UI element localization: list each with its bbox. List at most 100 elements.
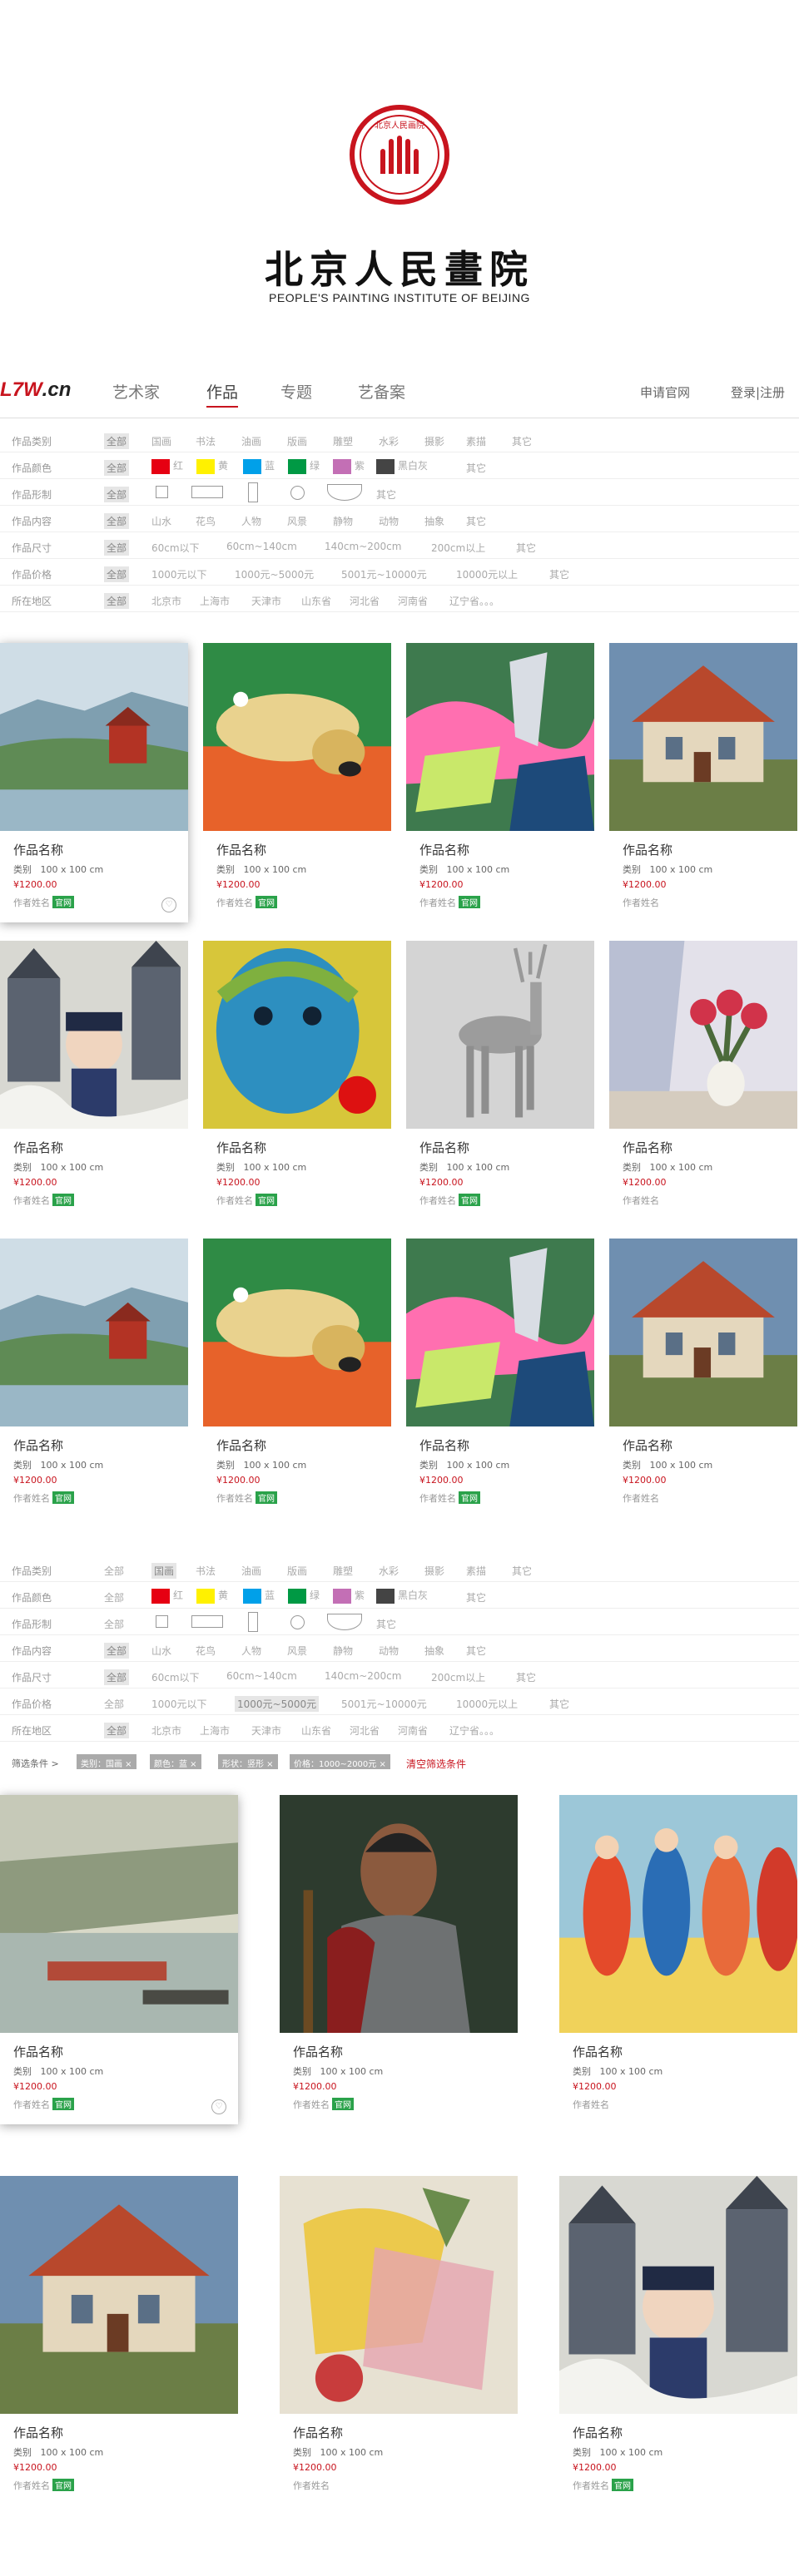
color-swatch-option[interactable]: 红 <box>151 458 183 474</box>
filter-option-type[interactable]: 水彩 <box>379 434 399 448</box>
filter-option-price[interactable]: 10000元以上 <box>456 567 518 581</box>
filter-option-type[interactable]: 水彩 <box>379 1564 399 1578</box>
filter-option-content[interactable]: 静物 <box>333 514 353 528</box>
filter-option-size[interactable]: 其它 <box>516 1670 536 1684</box>
filter-chip-price[interactable]: 价格：1000~2000元 × <box>290 1754 390 1769</box>
official-site-badge[interactable]: 官网 <box>52 1194 74 1206</box>
artwork-image[interactable] <box>280 1795 518 2033</box>
artwork-image[interactable] <box>280 2176 518 2414</box>
round-shape-icon[interactable] <box>290 486 305 500</box>
favorite-icon[interactable]: ♡ <box>161 897 176 912</box>
artwork-author[interactable]: 作者姓名 官网 <box>13 2479 74 2492</box>
artwork-card[interactable]: 作品名称 类别 100 x 100 cm ¥1200.00 作者姓名 <box>609 643 797 922</box>
filter-option-price[interactable]: 1000元~5000元 <box>235 1696 320 1712</box>
filter-option-price[interactable]: 1000元以下 <box>151 567 207 581</box>
horizontal-shape-icon[interactable] <box>191 486 223 498</box>
filter-option-region[interactable]: 天津市 <box>251 594 281 608</box>
filter-option-type[interactable]: 其它 <box>512 434 532 448</box>
artwork-author[interactable]: 作者姓名 <box>623 896 659 909</box>
tab-archive[interactable]: 艺备案 <box>358 380 405 403</box>
artwork-title[interactable]: 作品名称 <box>419 841 469 858</box>
filter-option-color-all[interactable]: 全部 <box>104 1590 124 1604</box>
filter-option-region[interactable]: 河北省 <box>350 594 380 608</box>
filter-option-content[interactable]: 全部 <box>104 513 130 529</box>
filter-option-type[interactable]: 雕塑 <box>333 1564 353 1578</box>
filter-option-size[interactable]: 200cm以上 <box>431 541 485 555</box>
filter-option-content[interactable]: 花鸟 <box>196 514 216 528</box>
artwork-title[interactable]: 作品名称 <box>573 2043 623 2060</box>
filter-option-type[interactable]: 素描 <box>466 434 486 448</box>
artwork-card[interactable]: 作品名称 类别 100 x 100 cm ¥1200.00 作者姓名 <box>559 1795 797 2124</box>
filter-option-shape-all[interactable]: 全部 <box>104 1617 124 1631</box>
artwork-title[interactable]: 作品名称 <box>623 1139 672 1156</box>
filter-option-region[interactable]: 北京市 <box>151 594 181 608</box>
filter-option-price[interactable]: 1000元~5000元 <box>235 567 314 581</box>
artwork-image[interactable] <box>609 643 797 831</box>
filter-option-region[interactable]: 山东省 <box>301 594 331 608</box>
official-site-badge[interactable]: 官网 <box>52 1491 74 1504</box>
filter-option-type[interactable]: 全部 <box>104 433 130 449</box>
filter-option-shape-all[interactable]: 全部 <box>104 487 130 502</box>
filter-option-size[interactable]: 60cm~140cm <box>226 541 297 552</box>
artwork-title[interactable]: 作品名称 <box>13 841 63 858</box>
artwork-card[interactable]: 作品名称 类别 100 x 100 cm ¥1200.00 作者姓名 官网 <box>406 941 594 1220</box>
filter-option-price[interactable]: 全部 <box>104 566 130 582</box>
filter-option-type[interactable]: 版画 <box>287 434 307 448</box>
color-swatch-option[interactable]: 蓝 <box>243 1588 275 1604</box>
artwork-author[interactable]: 作者姓名 官网 <box>419 896 480 909</box>
color-swatch-option[interactable]: 绿 <box>288 1588 320 1604</box>
filter-option-color-all[interactable]: 全部 <box>104 460 130 476</box>
filter-option-content[interactable]: 动物 <box>379 514 399 528</box>
filter-option-size[interactable]: 全部 <box>104 540 130 556</box>
filter-option-size[interactable]: 全部 <box>104 1669 130 1685</box>
color-swatch-option[interactable]: 蓝 <box>243 458 275 474</box>
artwork-card[interactable]: 作品名称 类别 100 x 100 cm ¥1200.00 作者姓名 官网 <box>0 941 188 1220</box>
filter-option-region[interactable]: 河南省 <box>398 594 428 608</box>
filter-option-content[interactable]: 静物 <box>333 1644 353 1658</box>
filter-option-type[interactable]: 书法 <box>196 1564 216 1578</box>
filter-option-region[interactable]: 上海市 <box>200 594 230 608</box>
filter-option-type[interactable]: 摄影 <box>424 434 444 448</box>
artwork-title[interactable]: 作品名称 <box>419 1436 469 1454</box>
color-swatch-option[interactable]: 绿 <box>288 458 320 474</box>
filter-option-content[interactable]: 人物 <box>241 1644 261 1658</box>
artwork-title[interactable]: 作品名称 <box>13 1139 63 1156</box>
artwork-title[interactable]: 作品名称 <box>293 2043 343 2060</box>
artwork-card[interactable]: 作品名称 类别 100 x 100 cm ¥1200.00 作者姓名 <box>609 941 797 1220</box>
site-logo[interactable]: L7W.cn <box>0 378 71 402</box>
filter-option-region[interactable]: 北京市 <box>151 1723 181 1738</box>
artwork-image[interactable] <box>406 1239 594 1426</box>
artwork-author[interactable]: 作者姓名 官网 <box>293 2098 354 2111</box>
filter-option-type[interactable]: 书法 <box>196 434 216 448</box>
filter-option-size[interactable]: 60cm~140cm <box>226 1670 297 1682</box>
color-swatch-option[interactable]: 黄 <box>196 1588 228 1604</box>
filter-option-price[interactable]: 其它 <box>549 1697 569 1711</box>
filter-option-size[interactable]: 200cm以上 <box>431 1670 485 1684</box>
filter-option-price[interactable]: 1000元以下 <box>151 1697 207 1711</box>
artwork-card[interactable]: 作品名称 类别 100 x 100 cm ¥1200.00 作者姓名 <box>280 2176 518 2505</box>
artwork-image[interactable] <box>609 1239 797 1426</box>
clear-filters-button[interactable]: 清空筛选条件 <box>406 1757 466 1771</box>
artwork-card[interactable]: 作品名称 类别 100 x 100 cm ¥1200.00 作者姓名 <box>609 1239 797 1518</box>
artwork-title[interactable]: 作品名称 <box>13 2043 63 2060</box>
fan-shape-icon[interactable] <box>327 1614 362 1630</box>
filter-option-region[interactable]: 上海市 <box>200 1723 230 1738</box>
filter-chip-type[interactable]: 类别：国画 × <box>77 1754 136 1769</box>
filter-option-content[interactable]: 山水 <box>151 1644 171 1658</box>
filter-option-region[interactable]: 全部 <box>104 1723 130 1738</box>
square-shape-icon[interactable] <box>156 1615 168 1628</box>
artwork-title[interactable]: 作品名称 <box>216 1139 266 1156</box>
artwork-author[interactable]: 作者姓名 官网 <box>419 1491 480 1505</box>
filter-option-size[interactable]: 140cm~200cm <box>325 541 401 552</box>
artwork-title[interactable]: 作品名称 <box>13 1436 63 1454</box>
official-site-badge[interactable]: 官网 <box>52 896 74 908</box>
artwork-image[interactable] <box>406 941 594 1129</box>
official-site-badge[interactable]: 官网 <box>256 1491 277 1504</box>
filter-option-region[interactable]: 河南省 <box>398 1723 428 1738</box>
artwork-card[interactable]: 作品名称 类别 100 x 100 cm ¥1200.00 作者姓名 官网 ♡ <box>0 643 188 922</box>
filter-option-type[interactable]: 其它 <box>512 1564 532 1578</box>
official-site-badge[interactable]: 官网 <box>459 1194 480 1206</box>
artwork-title[interactable]: 作品名称 <box>623 1436 672 1454</box>
filter-option-content[interactable]: 风景 <box>287 514 307 528</box>
filter-option-type[interactable]: 油画 <box>241 1564 261 1578</box>
